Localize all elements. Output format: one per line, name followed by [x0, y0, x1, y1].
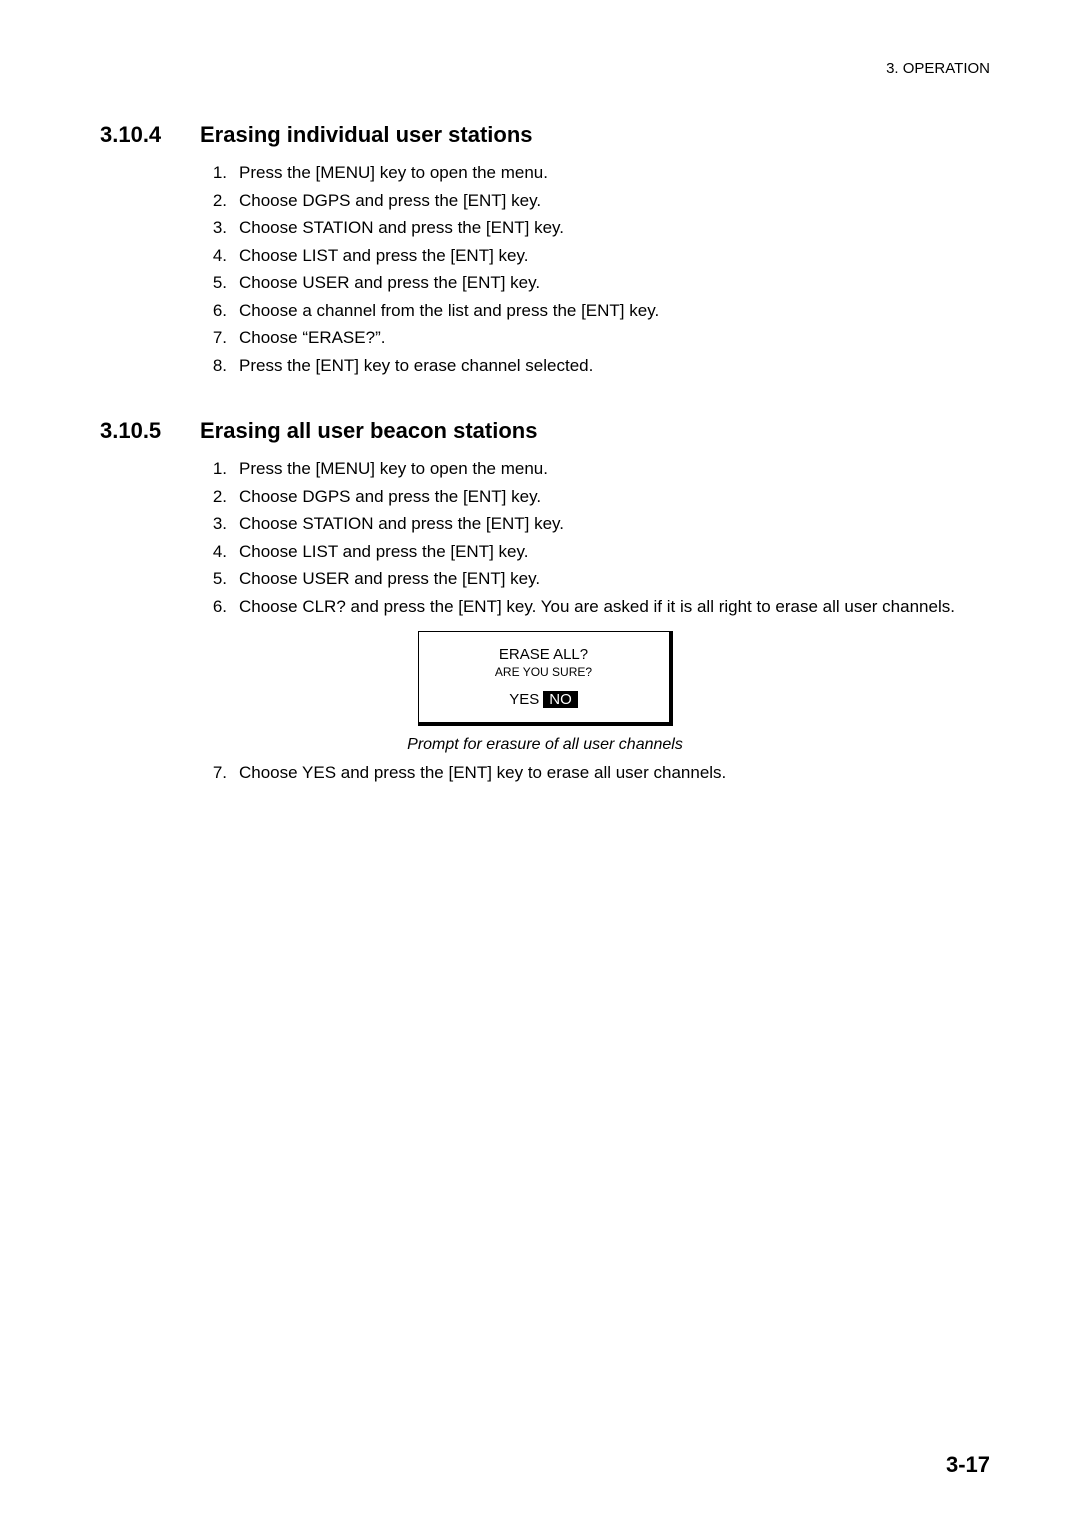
- list-number: 6.: [205, 298, 233, 324]
- prompt-title: ERASE ALL?: [439, 646, 649, 663]
- prompt-yes-option: YES: [509, 691, 539, 708]
- list-text: Press the [MENU] key to open the menu.: [233, 160, 990, 186]
- list-text: Press the [ENT] key to erase channel sel…: [233, 353, 990, 379]
- list-number: 5.: [205, 566, 233, 592]
- section-number: 3.10.4: [100, 122, 200, 148]
- list-item: 1. Press the [MENU] key to open the menu…: [205, 456, 990, 482]
- list-container: 1. Press the [MENU] key to open the menu…: [100, 456, 990, 619]
- list-item: 4. Choose LIST and press the [ENT] key.: [205, 539, 990, 565]
- list-item: 4. Choose LIST and press the [ENT] key.: [205, 243, 990, 269]
- list-container: 7. Choose YES and press the [ENT] key to…: [100, 760, 990, 786]
- figure-caption: Prompt for erasure of all user channels: [100, 736, 990, 754]
- section-3-10-4: 3.10.4 Erasing individual user stations …: [100, 122, 990, 378]
- list-item: 6. Choose CLR? and press the [ENT] key. …: [205, 594, 990, 620]
- list-item: 2. Choose DGPS and press the [ENT] key.: [205, 484, 990, 510]
- list-text: Choose DGPS and press the [ENT] key.: [233, 188, 990, 214]
- list-item: 6. Choose a channel from the list and pr…: [205, 298, 990, 324]
- list-item: 1. Press the [MENU] key to open the menu…: [205, 160, 990, 186]
- section-heading: 3.10.4 Erasing individual user stations: [100, 122, 990, 148]
- list-number: 8.: [205, 353, 233, 379]
- list-text: Choose STATION and press the [ENT] key.: [233, 215, 990, 241]
- list-item: 8. Press the [ENT] key to erase channel …: [205, 353, 990, 379]
- list-number: 4.: [205, 539, 233, 565]
- section-title: Erasing individual user stations: [200, 122, 990, 148]
- list-number: 6.: [205, 594, 233, 620]
- list-container: 1. Press the [MENU] key to open the menu…: [100, 160, 990, 378]
- section-3-10-5: 3.10.5 Erasing all user beacon stations …: [100, 418, 990, 786]
- list-text: Choose DGPS and press the [ENT] key.: [233, 484, 990, 510]
- list-number: 7.: [205, 760, 233, 786]
- section-number: 3.10.5: [100, 418, 200, 444]
- section-title: Erasing all user beacon stations: [200, 418, 990, 444]
- prompt-subtitle: ARE YOU SURE?: [439, 665, 649, 679]
- page-header: 3. OPERATION: [100, 60, 990, 77]
- list-text: Choose USER and press the [ENT] key.: [233, 270, 990, 296]
- list-item: 5. Choose USER and press the [ENT] key.: [205, 270, 990, 296]
- list-text: Choose CLR? and press the [ENT] key. You…: [233, 594, 990, 620]
- list-item: 2. Choose DGPS and press the [ENT] key.: [205, 188, 990, 214]
- list-number: 1.: [205, 160, 233, 186]
- erase-all-prompt-box: ERASE ALL? ARE YOU SURE? YESNO: [418, 631, 673, 726]
- list-number: 7.: [205, 325, 233, 351]
- list-text: Choose LIST and press the [ENT] key.: [233, 539, 990, 565]
- section-heading: 3.10.5 Erasing all user beacon stations: [100, 418, 990, 444]
- list-text: Choose YES and press the [ENT] key to er…: [233, 760, 990, 786]
- list-text: Choose “ERASE?”.: [233, 325, 990, 351]
- list-number: 1.: [205, 456, 233, 482]
- page-number: 3-17: [946, 1452, 990, 1478]
- list-text: Choose STATION and press the [ENT] key.: [233, 511, 990, 537]
- list-item: 3. Choose STATION and press the [ENT] ke…: [205, 215, 990, 241]
- list-number: 3.: [205, 215, 233, 241]
- list-number: 4.: [205, 243, 233, 269]
- list-text: Press the [MENU] key to open the menu.: [233, 456, 990, 482]
- list-text: Choose USER and press the [ENT] key.: [233, 566, 990, 592]
- list-number: 2.: [205, 484, 233, 510]
- list-item: 7. Choose “ERASE?”.: [205, 325, 990, 351]
- prompt-choices: YESNO: [439, 691, 649, 708]
- list-number: 5.: [205, 270, 233, 296]
- list-item: 5. Choose USER and press the [ENT] key.: [205, 566, 990, 592]
- list-number: 3.: [205, 511, 233, 537]
- prompt-no-option: NO: [543, 691, 578, 708]
- list-item: 7. Choose YES and press the [ENT] key to…: [205, 760, 990, 786]
- list-number: 2.: [205, 188, 233, 214]
- list-item: 3. Choose STATION and press the [ENT] ke…: [205, 511, 990, 537]
- list-text: Choose LIST and press the [ENT] key.: [233, 243, 990, 269]
- list-text: Choose a channel from the list and press…: [233, 298, 990, 324]
